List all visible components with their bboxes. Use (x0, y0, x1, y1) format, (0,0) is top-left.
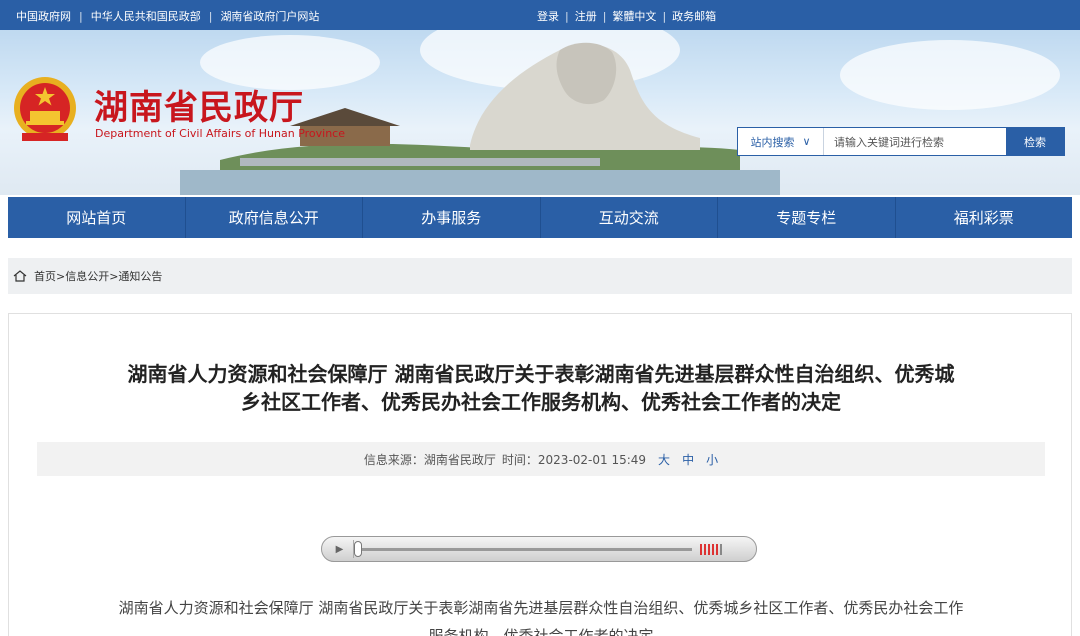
article-panel: 湖南省人力资源和社会保障厅 湖南省民政厅关于表彰湖南省先进基层群众性自治组织、优… (8, 313, 1072, 636)
font-size-large[interactable]: 大 (658, 451, 670, 468)
main-nav: 网站首页 政府信息公开 办事服务 互动交流 专题专栏 福利彩票 (8, 197, 1072, 238)
article-meta: 信息来源：湖南省民政厅 时间：2023-02-01 15:49 大 中 小 (37, 442, 1045, 476)
article-body: 湖南省人力资源和社会保障厅 湖南省民政厅关于表彰湖南省先进基层群众性自治组织、优… (37, 594, 1045, 636)
link-gov-cn[interactable]: 中国政府网 (16, 8, 71, 24)
play-icon[interactable]: ▶ (326, 540, 354, 558)
article-title-line: 湖南省人力资源和社会保障厅 湖南省民政厅关于表彰湖南省先进基层群众性自治组织、优… (127, 362, 955, 386)
breadcrumb-path[interactable]: 首页>信息公开>通知公告 (34, 268, 162, 284)
search-bar: 站内搜索 ∨ 请输入关键词进行检索 检索 (737, 127, 1065, 156)
meta-time: 时间：2023-02-01 15:49 (501, 452, 647, 467)
header-banner: 湖南省民政厅 Department of Civil Affairs of Hu… (0, 30, 1080, 195)
traditional-chinese-link[interactable]: 繁體中文 (612, 8, 656, 24)
top-links-left: 中国政府网 | 中华人民共和国民政部 | 湖南省政府门户网站 (16, 8, 319, 24)
meta-source: 信息来源：湖南省民政厅 (363, 452, 496, 467)
link-hunan-gov[interactable]: 湖南省政府门户网站 (220, 8, 319, 24)
nav-services[interactable]: 办事服务 (363, 197, 541, 238)
article-title: 湖南省人力资源和社会保障厅 湖南省民政厅关于表彰湖南省先进基层群众性自治组织、优… (9, 360, 1073, 416)
nav-home[interactable]: 网站首页 (8, 197, 186, 238)
gov-mail-link[interactable]: 政务邮箱 (672, 8, 716, 24)
nav-lottery[interactable]: 福利彩票 (896, 197, 1073, 238)
site-subtitle: Department of Civil Affairs of Hunan Pro… (95, 127, 345, 140)
link-mca[interactable]: 中华人民共和国民政部 (91, 8, 201, 24)
audio-progress-track[interactable] (356, 548, 692, 551)
register-link[interactable]: 注册 (575, 8, 597, 24)
search-button[interactable]: 检索 (1006, 128, 1064, 155)
login-link[interactable]: 登录 (537, 8, 559, 24)
audio-progress-handle[interactable] (354, 541, 362, 557)
top-bar: 中国政府网 | 中华人民共和国民政部 | 湖南省政府门户网站 登录 | 注册 |… (0, 0, 1080, 30)
cloud-decoration (840, 40, 1060, 110)
nav-interaction[interactable]: 互动交流 (541, 197, 718, 238)
divider: | (79, 9, 83, 23)
divider: | (662, 9, 667, 23)
search-scope-select[interactable]: 站内搜索 ∨ (738, 128, 824, 155)
nav-topics[interactable]: 专题专栏 (718, 197, 896, 238)
breadcrumb: 首页>信息公开>通知公告 (8, 258, 1072, 294)
site-title: 湖南省民政厅 (94, 88, 304, 128)
article-body-line: 湖南省人力资源和社会保障厅 湖南省民政厅关于表彰湖南省先进基层群众性自治组织、优… (118, 599, 964, 617)
divider: | (602, 9, 607, 23)
search-scope-label: 站内搜索 (750, 135, 795, 149)
search-input[interactable]: 请输入关键词进行检索 (824, 128, 1006, 155)
nav-gov-info[interactable]: 政府信息公开 (186, 197, 363, 238)
divider: | (208, 9, 213, 23)
divider: | (565, 9, 569, 23)
chevron-down-icon: ∨ (802, 135, 811, 148)
national-emblem-icon (14, 77, 76, 141)
font-size-medium[interactable]: 中 (682, 451, 694, 468)
article-body-line: 服务机构、优秀社会工作者的决定 (428, 627, 654, 636)
article-title-line: 乡社区工作者、优秀民办社会工作服务机构、优秀社会工作者的决定 (241, 390, 841, 414)
top-links-right: 登录 | 注册 | 繁體中文 | 政务邮箱 (537, 8, 716, 24)
volume-icon[interactable] (700, 544, 722, 555)
font-size-small[interactable]: 小 (706, 451, 718, 468)
audio-player: ▶ (321, 536, 757, 562)
home-icon (13, 270, 27, 282)
